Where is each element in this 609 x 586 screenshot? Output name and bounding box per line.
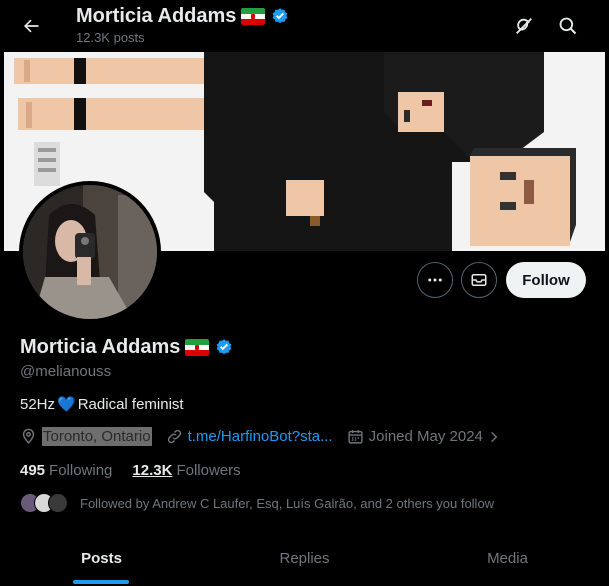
header-title-block: Morticia Addams 12.3K posts <box>76 5 290 45</box>
followed-by-row[interactable]: Followed by Andrew C Laufer, Esq, Luís G… <box>20 491 494 515</box>
link-item[interactable]: t.me/HarfinoBot?sta... <box>166 428 333 445</box>
bio-suffix: Radical feminist <box>77 395 184 413</box>
followers-count: 12.3K <box>132 462 173 479</box>
iran-flag-icon <box>241 8 266 25</box>
tab-posts[interactable]: Posts <box>0 530 203 586</box>
followed-by-text: Followed by Andrew C Laufer, Esq, Luís G… <box>80 495 495 511</box>
message-icon <box>471 274 487 286</box>
profile-meta: Toronto, Ontario t.me/HarfinoBot?sta... … <box>20 427 506 446</box>
joined-text: Joined May 2024 <box>368 428 483 445</box>
following-count: 495 <box>20 462 46 479</box>
follower-avatar <box>48 493 68 513</box>
blue-heart-emoji: 💙 <box>57 396 76 413</box>
location-icon <box>22 428 35 444</box>
calendar-icon <box>348 430 363 444</box>
back-button[interactable] <box>14 9 48 43</box>
top-bar: Morticia Addams 12.3K posts <box>0 0 609 52</box>
active-tab-indicator <box>73 580 129 584</box>
link-icon <box>167 429 181 444</box>
follow-stats: 495 Following 12.3K Followers <box>20 462 241 479</box>
verified-badge-icon[interactable] <box>214 338 234 358</box>
profile-link[interactable]: t.me/HarfinoBot?sta... <box>188 428 333 445</box>
iran-flag-icon <box>185 339 210 356</box>
location-item: Toronto, Ontario <box>20 427 152 446</box>
chevron-right-icon <box>491 431 498 442</box>
header-title: Morticia Addams <box>76 5 237 27</box>
joined-item[interactable]: Joined May 2024 <box>347 428 506 445</box>
grok-button[interactable] <box>507 9 541 43</box>
profile-name: Morticia Addams <box>20 336 181 358</box>
profile-avatar[interactable] <box>19 181 161 323</box>
followers-label: Followers <box>176 462 241 479</box>
profile-handle: @melianouss <box>20 363 112 380</box>
post-count: 12.3K posts <box>76 30 145 45</box>
grok-icon <box>516 18 532 34</box>
back-arrow-icon <box>24 19 39 33</box>
profile-bio: 52Hz 💙 Radical feminist <box>20 395 184 414</box>
location-text: Toronto, Ontario <box>42 427 152 446</box>
tab-replies[interactable]: Replies <box>203 530 406 586</box>
more-icon <box>428 278 442 282</box>
followers-stat[interactable]: 12.3K Followers <box>132 462 240 479</box>
search-icon <box>559 17 577 35</box>
more-button[interactable] <box>417 262 453 298</box>
search-button[interactable] <box>551 9 585 43</box>
verified-badge-icon <box>273 7 288 23</box>
avatar-photo <box>23 185 157 319</box>
bio-prefix: 52Hz <box>20 395 56 413</box>
tab-media[interactable]: Media <box>406 530 609 586</box>
message-button[interactable] <box>461 262 497 298</box>
profile-tabs: Posts Replies Media <box>0 530 609 586</box>
follow-button[interactable]: Follow <box>506 262 586 298</box>
follower-avatars <box>20 491 72 515</box>
following-label: Following <box>49 462 113 479</box>
profile-name-row: Morticia Addams <box>20 336 234 359</box>
following-stat[interactable]: 495 Following <box>20 462 112 479</box>
